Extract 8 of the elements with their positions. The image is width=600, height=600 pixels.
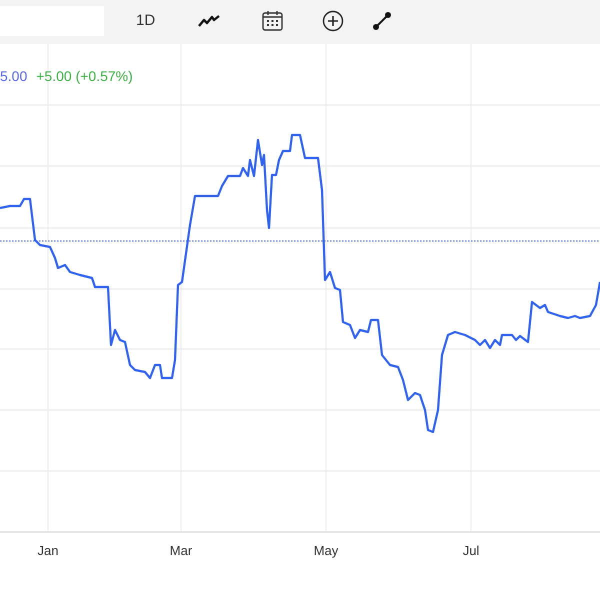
axis-label: Jan [38,542,58,560]
price-change: +5.00 (+0.57%) [36,67,133,86]
axis-label: May [314,542,338,560]
price-value: 5.00 [0,67,28,86]
axis-label: Jul [462,542,480,560]
add-icon[interactable] [322,8,344,34]
interval-button[interactable]: 1D [136,8,156,34]
axis-label: Mar [170,542,192,560]
